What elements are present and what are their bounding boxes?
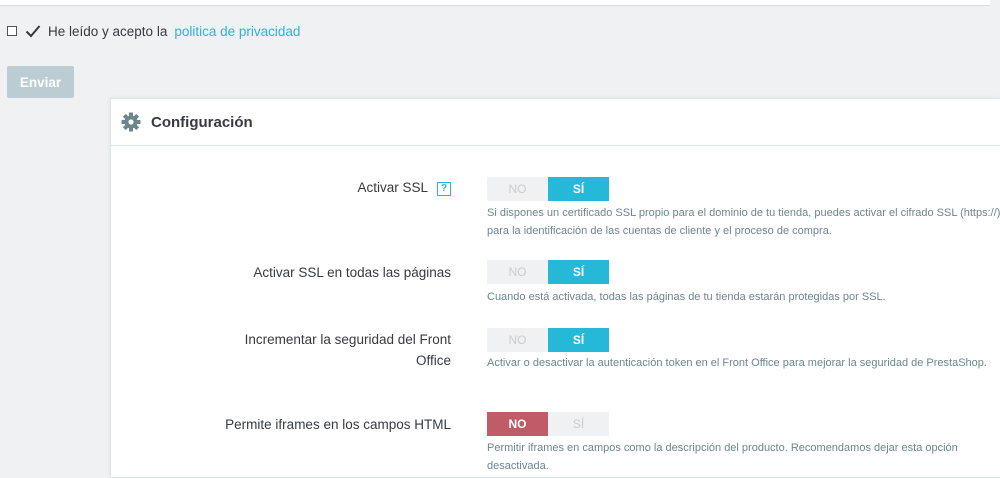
toggle-no[interactable]: NO — [487, 412, 548, 436]
front-office-security-toggle[interactable]: NO SÍ — [487, 328, 609, 352]
toggle-yes[interactable]: SÍ — [548, 328, 609, 352]
option-help-iframes: Permitir iframes en campos como la descr… — [487, 442, 958, 472]
option-label-ssl-everywhere: Activar SSL en todas las páginas — [253, 265, 451, 280]
option-help-ssl: Si dispones un certificado SSL propio pa… — [487, 207, 1000, 237]
toggle-yes[interactable]: SÍ — [548, 412, 609, 436]
toggle-no[interactable]: NO — [487, 177, 548, 201]
option-label-text: Activar SSL — [357, 180, 428, 195]
send-button[interactable]: Enviar — [7, 66, 74, 98]
panel-title: Configuración — [151, 113, 253, 131]
ssl-everywhere-toggle[interactable]: NO SÍ — [487, 260, 609, 284]
privacy-checkbox[interactable] — [7, 26, 17, 36]
privacy-policy-link[interactable]: politica de privacidad — [174, 24, 300, 39]
option-help-ssl-everywhere: Cuando está activada, todas las páginas … — [487, 291, 886, 303]
option-label-iframes: Permite iframes en los campos HTML — [225, 417, 451, 432]
consent-label: He leído y acepto la — [48, 23, 168, 39]
toggle-yes[interactable]: SÍ — [548, 260, 609, 284]
input-field-edge[interactable] — [0, 0, 990, 6]
toggle-yes[interactable]: SÍ — [548, 177, 609, 201]
configuration-panel: Configuración Activar SSL? NO SÍ Si disp… — [110, 98, 1000, 478]
panel-header: Configuración — [111, 99, 1000, 146]
privacy-consent-row: He leído y acepto la politica de privaci… — [7, 20, 300, 42]
help-icon[interactable]: ? — [437, 182, 451, 196]
toggle-no[interactable]: NO — [487, 260, 548, 284]
toggle-no[interactable]: NO — [487, 328, 548, 352]
ssl-toggle[interactable]: NO SÍ — [487, 177, 609, 201]
option-help-front-office-security: Activar o desactivar la autenticación to… — [487, 357, 987, 369]
checkmark-icon — [25, 25, 41, 38]
gear-icon — [121, 112, 141, 132]
option-label-front-office-security: Incrementar la seguridad del Front Offic… — [244, 332, 451, 368]
option-label-ssl: Activar SSL? — [131, 177, 451, 198]
iframes-toggle[interactable]: NO SÍ — [487, 412, 609, 436]
